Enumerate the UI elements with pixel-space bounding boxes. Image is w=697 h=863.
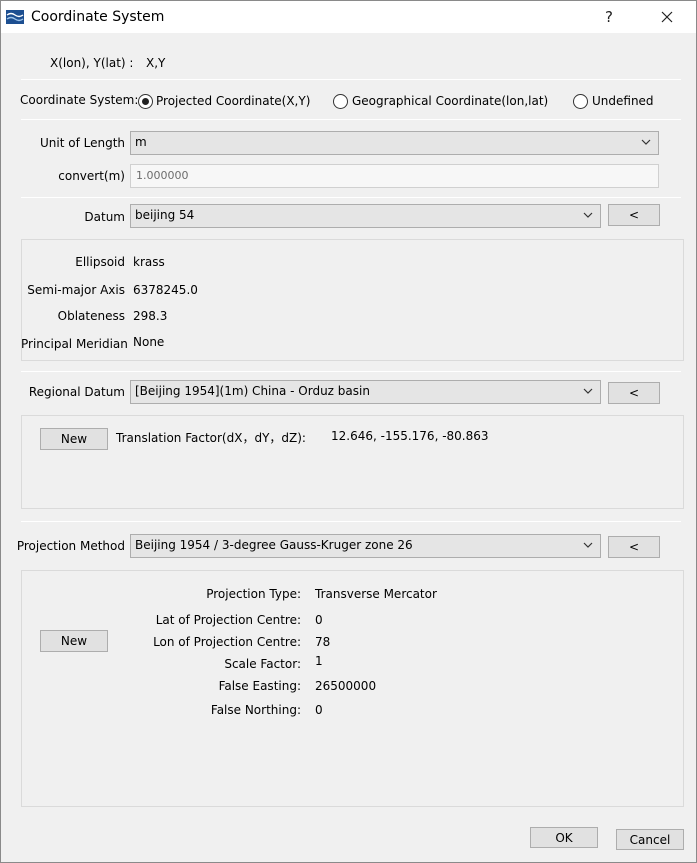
separator (21, 197, 681, 198)
separator (21, 371, 681, 372)
false-easting-value: 26500000 (315, 679, 377, 693)
lon-projection-centre-label: Lon of Projection Centre: (153, 635, 301, 649)
scale-factor-label: Scale Factor: (224, 657, 301, 671)
chevron-down-icon (583, 212, 593, 218)
ellipsoid-value: krass (133, 255, 165, 269)
separator (21, 521, 681, 522)
principal-meridian-value: None (133, 335, 165, 349)
scale-factor-value: 1 (315, 654, 323, 668)
oblateness-label: Oblateness (57, 309, 125, 323)
radio-geographical-label[interactable]: Geographical Coordinate(lon,lat) (352, 94, 548, 108)
regional-datum-label: Regional Datum (28, 385, 125, 399)
projection-type-label: Projection Type: (206, 587, 301, 601)
projection-type-value: Transverse Mercator (315, 587, 437, 601)
regional-datum-pick-button[interactable]: < (608, 382, 660, 404)
regional-datum-select[interactable]: [Beijing 1954](1m) China - Orduz basin (130, 380, 601, 404)
help-icon: ? (605, 8, 613, 26)
false-northing-value: 0 (315, 703, 323, 717)
projection-method-select[interactable]: Beijing 1954 / 3-degree Gauss-Kruger zon… (130, 534, 601, 558)
new-projection-button[interactable]: New (40, 630, 108, 652)
help-button[interactable]: ? (586, 1, 632, 33)
datum-label: Datum (84, 210, 125, 224)
false-easting-label: False Easting: (218, 679, 301, 693)
close-icon (661, 11, 673, 23)
coordinate-system-label: Coordinate System: (20, 93, 139, 107)
radio-geographical[interactable] (333, 94, 348, 109)
chevron-down-icon (583, 388, 593, 394)
coord-readout-label: X(lon), Y(lat) : (50, 56, 134, 70)
lon-projection-centre-value: 78 (315, 635, 331, 649)
cancel-button[interactable]: Cancel (616, 829, 684, 850)
unit-of-length-value: m (135, 135, 147, 149)
unit-of-length-label: Unit of Length (39, 136, 125, 150)
lat-projection-centre-value: 0 (315, 613, 323, 627)
chevron-down-icon (583, 542, 593, 548)
separator (21, 79, 681, 80)
projection-pick-button[interactable]: < (608, 536, 660, 558)
dialog-window: Coordinate System ? X(lon), Y(lat) : X,Y… (0, 0, 697, 863)
ok-button[interactable]: OK (530, 827, 598, 848)
title-bar: Coordinate System ? (1, 1, 696, 33)
convert-label: convert(m) (58, 169, 125, 183)
convert-field[interactable]: 1.000000 (130, 164, 659, 188)
principal-meridian-label: Principal Meridian (21, 337, 128, 351)
datum-select[interactable]: beijing 54 (130, 204, 601, 228)
coord-readout-value: X,Y (146, 56, 166, 70)
window-title: Coordinate System (31, 9, 165, 25)
new-translation-button[interactable]: New (40, 428, 108, 450)
lat-projection-centre-label: Lat of Projection Centre: (155, 613, 301, 627)
separator (21, 119, 681, 120)
app-icon (6, 10, 24, 24)
regional-datum-value: [Beijing 1954](1m) China - Orduz basin (135, 384, 370, 398)
unit-of-length-select[interactable]: m (130, 131, 659, 155)
semi-major-axis-value: 6378245.0 (133, 283, 198, 297)
chevron-down-icon (641, 139, 651, 145)
radio-undefined-label[interactable]: Undefined (592, 94, 654, 108)
datum-pick-button[interactable]: < (608, 204, 660, 226)
oblateness-value: 298.3 (133, 309, 168, 323)
radio-projected[interactable] (138, 94, 153, 109)
datum-value: beijing 54 (135, 208, 195, 222)
ellipsoid-label: Ellipsoid (75, 255, 125, 269)
translation-factor-value: 12.646, -155.176, -80.863 (331, 429, 489, 443)
radio-projected-label[interactable]: Projected Coordinate(X,Y) (156, 94, 310, 108)
projection-method-label: Projection Method (16, 539, 125, 553)
projection-method-value: Beijing 1954 / 3-degree Gauss-Kruger zon… (135, 538, 413, 552)
radio-undefined[interactable] (573, 94, 588, 109)
close-button[interactable] (644, 1, 690, 33)
semi-major-axis-label: Semi-major Axis (27, 283, 125, 297)
translation-factor-label: Translation Factor(dX，dY，dZ): (116, 431, 306, 445)
false-northing-label: False Northing: (210, 703, 301, 717)
